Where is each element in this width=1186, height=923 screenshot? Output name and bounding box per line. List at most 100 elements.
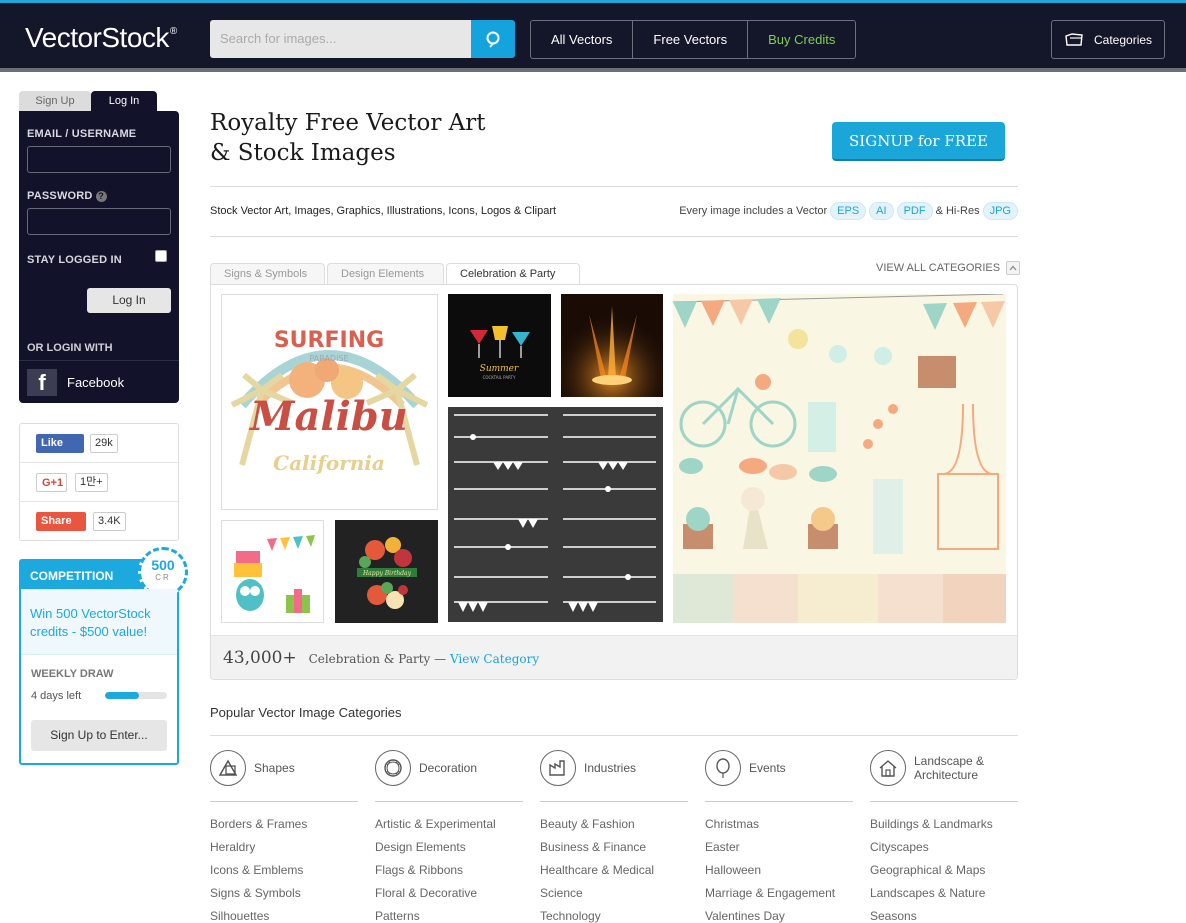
stay-logged-in-label: STAY LOGGED IN — [27, 254, 122, 266]
category-header-events[interactable]: Events — [705, 750, 853, 786]
nav-free-vectors[interactable]: Free Vectors — [633, 21, 749, 58]
email-label: EMAIL / USERNAME — [27, 128, 137, 140]
sign-up-to-enter-button[interactable]: Sign Up to Enter... — [31, 720, 167, 751]
share-button[interactable]: Share — [36, 512, 86, 531]
artwork-text-summer: Summer — [480, 364, 519, 374]
category-link[interactable]: Technology — [540, 905, 688, 923]
category-link[interactable]: Halloween — [705, 859, 853, 882]
view-all-label: VIEW ALL CATEGORIES — [876, 262, 1001, 274]
divider — [540, 801, 688, 802]
gallery-image-spotlights[interactable] — [561, 294, 663, 397]
share-row: Share 3.4K — [20, 502, 178, 541]
tab-signs-symbols[interactable]: Signs & Symbols — [210, 263, 325, 285]
stay-logged-in-checkbox[interactable] — [155, 250, 167, 262]
category-link[interactable]: Science — [540, 882, 688, 905]
category-link[interactable]: Seasons — [870, 905, 1018, 923]
badge-sub: CR — [155, 573, 171, 582]
category-name: Shapes — [254, 761, 295, 775]
email-field[interactable] — [27, 146, 171, 173]
category-link[interactable]: Business & Finance — [540, 836, 688, 859]
gallery-image-birthday-owl[interactable] — [221, 520, 324, 623]
weekly-draw-label: WEEKLY DRAW — [31, 668, 114, 680]
category-link[interactable]: Beauty & Fashion — [540, 813, 688, 836]
category-link[interactable]: Landscapes & Nature — [870, 882, 1018, 905]
category-header-decoration[interactable]: Decoration — [375, 750, 523, 786]
category-link[interactable]: Christmas — [705, 813, 853, 836]
tab-celebration-party[interactable]: Celebration & Party — [446, 263, 580, 286]
gallery-count: 43,000+ — [223, 648, 297, 668]
badge-number: 500 — [151, 557, 175, 573]
category-link[interactable]: Floral & Decorative — [375, 882, 523, 905]
auth-tabs: Sign Up Log In — [19, 91, 179, 111]
divider — [705, 801, 853, 802]
formats-prefix: Every image includes a Vector — [679, 205, 828, 217]
login-button[interactable]: Log In — [87, 288, 171, 313]
facebook-like-button[interactable]: Like — [36, 434, 84, 453]
category-link[interactable]: Icons & Emblems — [210, 859, 358, 882]
gallery-image-cocktails[interactable]: Summer COCKTAIL PARTY — [448, 294, 551, 397]
format-jpg[interactable]: JPG — [982, 202, 1018, 220]
search-input[interactable]: Search for images... — [210, 20, 471, 58]
search-icon — [486, 31, 500, 48]
divider — [375, 801, 523, 802]
events-icon — [705, 750, 741, 786]
category-link[interactable]: Silhouettes — [210, 905, 358, 923]
divider — [210, 801, 358, 802]
category-link[interactable]: Signs & Symbols — [210, 882, 358, 905]
facebook-like-row: Like 29k — [20, 424, 178, 463]
gallery-image-pastel-vintage[interactable] — [673, 294, 1006, 623]
artwork-text-surfing: SURFING — [274, 328, 384, 353]
category-link[interactable]: Design Elements — [375, 836, 523, 859]
nav-all-vectors[interactable]: All Vectors — [531, 21, 634, 58]
category-link[interactable]: Patterns — [375, 905, 523, 923]
tab-design-elements[interactable]: Design Elements — [327, 263, 444, 285]
gallery-image-floral[interactable]: Happy Birthday — [335, 520, 438, 623]
divider — [870, 801, 1018, 802]
category-link[interactable]: Flags & Ribbons — [375, 859, 523, 882]
category-link[interactable]: Artistic & Experimental — [375, 813, 523, 836]
social-share-box: Like 29k G+1 1만+ Share 3.4K — [19, 423, 179, 541]
google-plus-button[interactable]: G+1 — [36, 473, 67, 492]
tab-sign-up[interactable]: Sign Up — [19, 91, 91, 111]
category-link[interactable]: Geographical & Maps — [870, 859, 1018, 882]
signup-free-button[interactable]: SIGNUP for FREE — [832, 122, 1005, 161]
category-link[interactable]: Borders & Frames — [210, 813, 358, 836]
category-link[interactable]: Cityscapes — [870, 836, 1018, 859]
gallery-footer: 43,000+ Celebration & Party — View Categ… — [211, 635, 1017, 679]
competition-box: COMPETITION 500 CR Win 500 VectorStock c… — [19, 547, 188, 765]
category-link[interactable]: Buildings & Landmarks — [870, 813, 1018, 836]
category-link[interactable]: Easter — [705, 836, 853, 859]
facebook-login[interactable]: f Facebook — [19, 360, 179, 403]
image-gallery: SURFING PARADISE Malibu California Summe… — [210, 284, 1018, 680]
format-eps[interactable]: EPS — [830, 202, 867, 220]
facebook-like-label: Like — [41, 437, 64, 449]
help-icon[interactable]: ? — [95, 191, 107, 202]
gallery-image-malibu[interactable]: SURFING PARADISE Malibu California — [221, 294, 438, 510]
category-link[interactable]: Healthcare & Medical — [540, 859, 688, 882]
categories-button[interactable]: Categories — [1051, 20, 1165, 59]
gallery-category-name: Celebration & Party — — [308, 652, 447, 666]
category-header-landscape[interactable]: Landscape & Architecture — [870, 750, 1018, 786]
search-button[interactable] — [471, 20, 515, 58]
main-nav: All Vectors Free Vectors Buy Credits — [530, 20, 857, 59]
gallery-image-dividers[interactable] — [448, 407, 663, 622]
tab-log-in[interactable]: Log In — [91, 91, 157, 111]
header-underline — [0, 68, 1186, 72]
category-link[interactable]: Heraldry — [210, 836, 358, 859]
password-field[interactable] — [27, 208, 171, 235]
google-plus-row: G+1 1만+ — [20, 463, 178, 502]
view-category-link[interactable]: View Category — [450, 652, 539, 666]
competition-body[interactable]: Win 500 VectorStock credits - $500 value… — [21, 589, 177, 655]
site-logo[interactable]: VectorStock® — [25, 22, 177, 54]
nav-buy-credits[interactable]: Buy Credits — [748, 21, 855, 58]
category-header-industries[interactable]: Industries — [540, 750, 688, 786]
view-all-categories[interactable]: VIEW ALL CATEGORIES — [876, 261, 1021, 275]
format-ai[interactable]: AI — [869, 202, 894, 220]
category-name: Decoration — [419, 761, 478, 775]
category-link[interactable]: Marriage & Engagement — [705, 882, 853, 905]
category-header-shapes[interactable]: Shapes — [210, 750, 358, 786]
format-pdf[interactable]: PDF — [896, 202, 933, 220]
category-link[interactable]: Valentines Day — [705, 905, 853, 923]
page-title: Royalty Free Vector Art & Stock Images — [210, 110, 486, 166]
categories-label: Categories — [1094, 32, 1153, 47]
